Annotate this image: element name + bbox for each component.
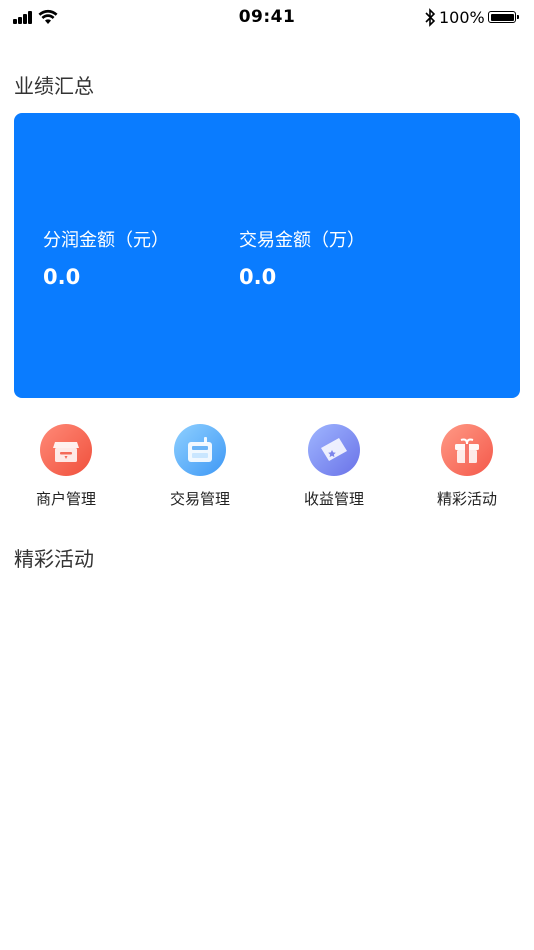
summary-card[interactable]: 分润金额（元） 0.0 交易金额（万） 0.0: [14, 113, 520, 398]
menu-item-earnings-management[interactable]: 收益管理: [279, 424, 389, 509]
menu-label: 精彩活动: [436, 490, 497, 508]
battery-percent: 100%: [439, 8, 485, 27]
quick-menu: 商户管理 交易管理 收益管理 精彩活动: [0, 424, 534, 514]
store-icon: [40, 424, 92, 476]
metric-label: 分润金额（元）: [43, 230, 169, 251]
menu-label: 收益管理: [303, 490, 364, 508]
pos-terminal-icon: [174, 424, 226, 476]
battery-icon: [488, 11, 519, 23]
metric-label: 交易金额（万）: [239, 230, 365, 251]
gift-icon: [441, 424, 493, 476]
metric-transaction-amount: 交易金额（万） 0.0: [239, 226, 365, 289]
status-bar: 09:41 100%: [0, 0, 534, 36]
ticket-icon: [308, 424, 360, 476]
menu-label: 交易管理: [169, 490, 230, 508]
menu-item-featured-activities[interactable]: 精彩活动: [412, 424, 522, 509]
metric-value: 0.0: [239, 265, 277, 289]
menu-item-transaction-management[interactable]: 交易管理: [145, 424, 255, 509]
bluetooth-icon: [425, 8, 436, 27]
summary-title: 业绩汇总: [14, 74, 94, 98]
metric-profit-share: 分润金额（元） 0.0: [43, 226, 169, 289]
metric-value: 0.0: [43, 265, 81, 289]
menu-item-merchant-management[interactable]: 商户管理: [11, 424, 121, 509]
menu-label: 商户管理: [35, 490, 96, 508]
activities-title: 精彩活动: [14, 547, 94, 571]
